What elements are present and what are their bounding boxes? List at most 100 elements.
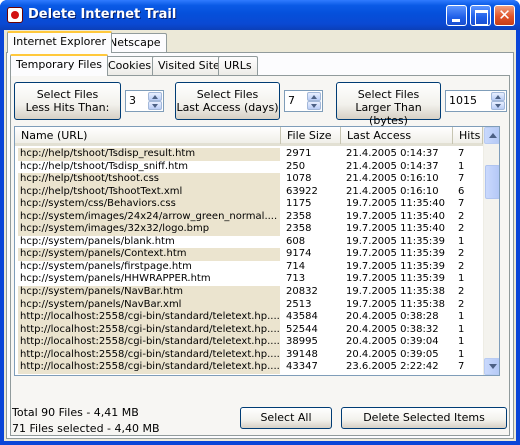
file-size-cell: 9174 [286,248,312,260]
tab-internet-explorer[interactable]: Internet Explorer [7,31,112,53]
select-all-button[interactable]: Select All [240,407,332,429]
last-access-cell: 21.4.2005 0:16:10 [346,185,439,197]
last-access-cell: 19.7.2005 11:35:40 [346,223,445,235]
last-access-cell: 21.4.2005 0:14:37 [346,148,439,159]
hits-cell: 2 [458,286,465,298]
last-access-cell: 20.4.2005 0:38:32 [346,323,439,335]
file-size-cell: 714 [286,260,306,272]
last-access-cell: 19.7.2005 11:35:40 [346,198,445,210]
table-row[interactable]: http://localhost:2558/cgi-bin/standard/t… [15,336,483,349]
last-access-cell: 19.7.2005 11:35:39 [346,248,445,260]
table-row[interactable]: hcp://system/images/32x32/logo.bmp 2358 19… [15,223,483,236]
table-row[interactable]: hcp://help/tshoot/Tsdisp_sniff.htm 250 21.… [15,161,483,174]
tab-cookies[interactable]: Cookies [102,56,158,76]
list-header: Name (URL) File Size Last Access Hits [15,127,483,146]
total-files-status: Total 90 Files - 4,41 MB [12,406,139,419]
column-hits[interactable]: Hits [453,127,483,144]
table-row[interactable]: http://localhost:2558/cgi-bin/standard/t… [15,361,483,374]
last-access-cell: 21.4.2005 0:16:10 [346,173,439,185]
select-larger-than-line1: Select Files [357,88,420,101]
last-access-cell: 20.4.2005 0:39:04 [346,336,439,348]
url-cell: hcp://system/panels/NavBar.htm [18,286,280,299]
last-access-cell: 19.7.2005 11:35:38 [346,286,445,298]
vertical-scrollbar[interactable] [483,127,499,375]
hits-cell: 7 [458,173,465,185]
last-access-cell: 19.7.2005 11:35:39 [346,260,445,272]
scroll-up-arrow-icon[interactable] [484,127,499,144]
table-row[interactable]: hcp://system/panels/NavBar.xml 2513 19.7.2… [15,298,483,312]
table-row[interactable]: http://localhost:2558/cgi-bin/standard/t… [15,323,483,337]
url-cell: hcp://system/images/24x24/arrow_green_no… [18,210,280,224]
table-row[interactable]: hcp://system/panels/Context.htm 9174 19.7.… [15,248,483,261]
file-size-cell: 2358 [286,210,312,222]
hits-cell: 2 [458,223,465,235]
title-bar[interactable]: Delete Internet Trail ✕ [0,0,520,30]
hits-cell: 1 [458,235,465,247]
hits-cell: 2 [458,298,465,310]
select-last-access-line1: Select Files [196,88,259,101]
url-cell: hcp://system/panels/HHWRAPPER.htm [20,273,211,285]
table-row[interactable]: hcp://system/css/Behaviors.css 1175 19.7.2… [15,198,483,211]
column-name[interactable]: Name (URL) [15,127,281,144]
access-days-value: 7 [288,94,295,107]
last-access-cell: 19.7.2005 11:35:40 [346,210,445,222]
hits-up-arrow-icon[interactable] [148,92,162,101]
file-size-cell: 2513 [286,298,312,310]
tab-temporary-files[interactable]: Temporary Files [10,54,108,76]
hits-spinner[interactable]: 3 [125,90,164,112]
table-row[interactable]: hcp://help/tshoot/tshoot.css 1078 21.4.200… [15,173,483,186]
hits-cell: 6 [458,185,465,197]
file-size-cell: 1175 [286,198,312,210]
scroll-thumb[interactable] [485,165,499,199]
table-row[interactable]: http://localhost:2558/cgi-bin/standard/t… [15,348,483,362]
hits-cell: 1 [458,160,465,172]
app-icon [7,7,23,23]
table-row[interactable]: hcp://system/panels/firstpage.htm 714 19.7… [15,261,483,274]
file-size-cell: 39148 [286,348,318,360]
select-less-hits-button[interactable]: Select Files Less Hits Than: [14,82,121,120]
tab-urls[interactable]: URLs [218,56,258,76]
select-last-access-button[interactable]: Select Files Last Access (days) [175,82,280,120]
column-last-access[interactable]: Last Access [341,127,453,144]
table-row[interactable]: http://localhost:2558/cgi-bin/standard/t… [15,311,483,324]
file-size-cell: 1078 [286,173,312,185]
tab-netscape[interactable]: Netscape [103,33,167,53]
table-row[interactable]: hcp://system/images/24x24/arrow_green_no… [15,210,483,224]
table-row[interactable]: hcp://help/tshoot/TshootText.xml 63922 21.… [15,185,483,199]
select-less-hits-line2: Less Hits Than: [25,101,110,114]
close-button[interactable]: ✕ [494,5,515,26]
scroll-down-arrow-icon[interactable] [484,358,499,375]
hits-cell: 7 [458,198,465,210]
table-row[interactable]: hcp://help/tshoot/Tsdisp_result.htm 2971 2… [15,148,483,161]
last-access-cell: 19.7.2005 11:35:39 [346,235,445,247]
table-row[interactable]: hcp://system/panels/NavBar.htm 20832 19.7.… [15,286,483,299]
file-list[interactable]: Name (URL) File Size Last Access Hits hc… [14,126,500,376]
minimize-button[interactable] [446,5,467,26]
size-down-arrow-icon[interactable] [491,101,505,110]
url-cell: http://localhost:2558/cgi-bin/standard/t… [18,361,280,374]
file-rows: hcp://help/tshoot/Tsdisp_result.htm 2971 2… [15,148,483,374]
client-area: Internet Explorer Netscape Temporary Fil… [4,30,516,441]
size-spinner[interactable]: 1015 [445,90,507,112]
table-row[interactable]: hcp://system/panels/HHWRAPPER.htm 713 19.7… [15,273,483,286]
minimize-icon [447,6,466,25]
hits-cell: 1 [458,348,465,360]
access-up-arrow-icon[interactable] [307,92,321,101]
size-up-arrow-icon[interactable] [491,92,505,101]
hits-down-arrow-icon[interactable] [148,101,162,110]
selected-files-status: 71 Files selected - 4,40 MB [12,422,160,435]
window-title: Delete Internet Trail [28,7,177,22]
temporary-files-panel: Select Files Less Hits Than: 3 Select Fi… [10,75,510,436]
hits-cell: 7 [458,148,465,159]
delete-selected-button[interactable]: Delete Selected Items [341,407,507,429]
column-file-size[interactable]: File Size [281,127,341,144]
hits-cell: 1 [458,273,465,285]
access-down-arrow-icon[interactable] [307,101,321,110]
select-larger-than-button[interactable]: Select Files Larger Than (bytes) [336,82,441,127]
file-size-cell: 63922 [286,185,318,197]
maximize-icon [471,6,490,25]
table-row[interactable]: hcp://system/panels/blank.htm 608 19.7.200… [15,236,483,249]
maximize-button[interactable] [470,5,491,26]
url-cell: hcp://help/tshoot/Tsdisp_sniff.htm [20,160,189,172]
access-days-spinner[interactable]: 7 [284,90,323,112]
